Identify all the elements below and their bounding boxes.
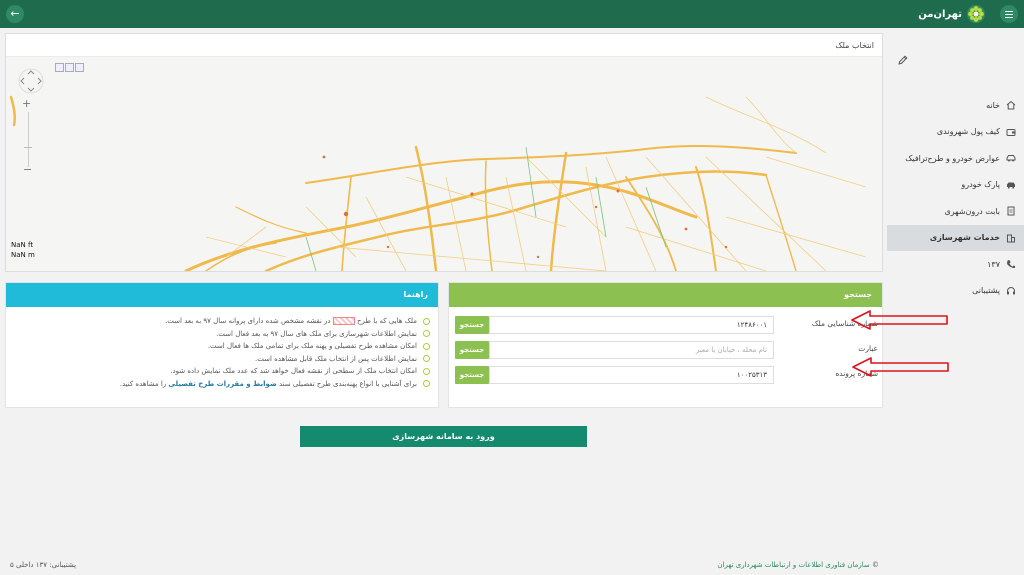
regulations-link[interactable]: ضوابط و مقررات طرح تفصیلی bbox=[168, 380, 276, 388]
edit-pencil-icon[interactable] bbox=[897, 54, 909, 66]
search-panel: جستجو جستجو ۱۲۴۸۶۰۰۱ شماره شناسایی ملک ج… bbox=[448, 282, 883, 408]
receipt-icon bbox=[1007, 206, 1015, 216]
sidebar-item-home[interactable]: خانه bbox=[887, 92, 1024, 119]
list-item: ملک هایی که با طرح در نقشه مشخص شده دارا… bbox=[14, 315, 430, 328]
back-button[interactable]: ← bbox=[6, 5, 24, 23]
brand-name: تهران‌من bbox=[918, 8, 962, 20]
sidebar-item-label: خانه bbox=[986, 100, 1000, 110]
sidebar-item-label: ۱۳۷ bbox=[987, 259, 1000, 269]
map-scale-ft: NaN ft bbox=[11, 241, 34, 249]
sidebar: خانه کیف پول شهروندی عوارض خودرو و طرح‌ت… bbox=[887, 28, 1024, 575]
copyright-link[interactable]: سازمان فناوری اطلاعات و ارتباطات شهرداری… bbox=[717, 561, 869, 569]
sidebar-item-parking[interactable]: پارک خودرو bbox=[887, 172, 1024, 199]
parking-icon bbox=[1007, 182, 1015, 189]
sidebar-item-label: خدمات شهرسازی bbox=[929, 233, 1000, 243]
list-item: امکان مشاهده طرح تفصیلی و پهنه ملک برای … bbox=[14, 340, 430, 353]
sidebar-item-137[interactable]: ۱۳۷ bbox=[887, 251, 1024, 278]
bullet-icon bbox=[423, 330, 430, 338]
list-item: برای آشنایی با انواع پهنه‌بندی طرح تفصیل… bbox=[14, 378, 430, 391]
guide-text: نمایش اطلاعات شهرسازی برای ملک های سال ۹… bbox=[216, 329, 417, 338]
search-button[interactable]: جستجو bbox=[455, 366, 489, 384]
sidebar-item-label: پارک خودرو bbox=[961, 180, 1000, 190]
zoom-slider-handle[interactable] bbox=[24, 147, 32, 148]
guide-panel: راهنما ملک هایی که با طرح در نقشه مشخص ش… bbox=[5, 282, 439, 408]
sidebar-item-receipt[interactable]: بابت درون‌شهری bbox=[887, 198, 1024, 225]
enter-urban-system-button[interactable]: ورود به سامانه شهرسازی bbox=[300, 426, 587, 447]
property-id-input[interactable]: ۱۲۴۸۶۰۰۱ bbox=[489, 316, 774, 334]
sidebar-item-urban-services[interactable]: خدمات شهرسازی bbox=[887, 224, 1024, 251]
list-item: نمایش اطلاعات شهرسازی برای ملک های سال ۹… bbox=[14, 328, 430, 341]
zoom-in-icon[interactable]: + bbox=[22, 97, 31, 110]
guide-text: امکان انتخاب ملک از سطحی از نقشه فعال خو… bbox=[170, 367, 417, 376]
copyright-symbol: © bbox=[872, 561, 879, 569]
sidebar-item-car-tolls[interactable]: عوارض خودرو و طرح‌ترافیک bbox=[887, 145, 1024, 172]
sidebar-nav: خانه کیف پول شهروندی عوارض خودرو و طرح‌ت… bbox=[887, 92, 1024, 304]
arrow-left-icon: ← bbox=[10, 7, 20, 20]
bullet-icon bbox=[423, 380, 430, 388]
map-roads bbox=[9, 95, 867, 271]
headset-icon bbox=[1007, 286, 1015, 295]
guide-list: ملک هایی که با طرح در نقشه مشخص شده دارا… bbox=[14, 315, 430, 390]
annotation-arrow-left-icon bbox=[851, 310, 948, 330]
logo-flower-icon bbox=[967, 5, 985, 23]
zoom-out-icon[interactable]: − bbox=[23, 163, 32, 176]
sidebar-item-label: بابت درون‌شهری bbox=[944, 206, 1000, 216]
bullet-icon bbox=[423, 342, 430, 350]
phrase-input[interactable]: نام محله ، خیابان یا معبر bbox=[489, 341, 774, 359]
list-item: امکان انتخاب ملک از سطحی از نقشه فعال خو… bbox=[14, 365, 430, 378]
search-title: جستجو bbox=[449, 283, 882, 307]
home-icon bbox=[1006, 101, 1016, 110]
file-number-input[interactable]: ۱۰۰۲۵۳۱۳ bbox=[489, 366, 774, 384]
map-title: انتخاب ملک bbox=[835, 41, 874, 50]
search-button[interactable]: جستجو bbox=[455, 316, 489, 334]
top-bar: ← تهران‌من bbox=[0, 0, 1024, 28]
map-tool-image-icon[interactable] bbox=[75, 63, 84, 72]
guide-text: برای آشنایی با انواع پهنه‌بندی طرح تفصیل… bbox=[119, 379, 417, 388]
copyright: © سازمان فناوری اطلاعات و ارتباطات شهردا… bbox=[717, 561, 879, 569]
guide-text: امکان مشاهده طرح تفصیلی و پهنه ملک برای … bbox=[207, 342, 417, 351]
sidebar-item-label: پشتیبانی bbox=[972, 286, 1000, 296]
guide-title: راهنما bbox=[6, 283, 438, 307]
guide-text: ملک هایی که با طرح در نقشه مشخص شده دارا… bbox=[165, 317, 417, 326]
map-pan-control[interactable] bbox=[16, 67, 46, 95]
map-scale-m: NaN m bbox=[11, 251, 35, 259]
brand[interactable]: تهران‌من bbox=[918, 4, 986, 24]
zoom-slider[interactable] bbox=[28, 112, 29, 167]
phone-icon bbox=[1007, 260, 1015, 269]
search-button[interactable]: جستجو bbox=[455, 341, 489, 359]
bullet-icon bbox=[423, 367, 430, 375]
hatch-pattern-icon bbox=[332, 317, 355, 326]
sidebar-item-label: عوارض خودرو و طرح‌ترافیک bbox=[905, 153, 1000, 163]
car-icon bbox=[1006, 155, 1016, 162]
field-label: عبارت bbox=[858, 344, 878, 353]
support-info: پشتیبانی: ۱۳۷ داخلی ۵ bbox=[10, 561, 77, 569]
map-tool-image-icon[interactable] bbox=[55, 63, 64, 72]
annotation-arrow-left-icon bbox=[852, 357, 949, 377]
bullet-icon bbox=[423, 317, 430, 325]
property-map[interactable]: + − NaN ft NaN m bbox=[6, 57, 882, 271]
sidebar-item-wallet[interactable]: کیف پول شهروندی bbox=[887, 119, 1024, 146]
guide-text: نمایش اطلاعات پس از انتخاب ملک قابل مشاه… bbox=[255, 354, 417, 363]
sidebar-item-label: کیف پول شهروندی bbox=[936, 127, 1000, 137]
menu-button[interactable] bbox=[1000, 5, 1018, 23]
sidebar-item-support[interactable]: پشتیبانی bbox=[887, 278, 1024, 305]
map-tool-image-icon[interactable] bbox=[65, 63, 74, 72]
wallet-icon bbox=[1006, 128, 1016, 136]
bullet-icon bbox=[423, 355, 430, 363]
list-item: نمایش اطلاعات پس از انتخاب ملک قابل مشاه… bbox=[14, 353, 430, 366]
map-card: انتخاب ملک + − NaN ft NaN m bbox=[5, 33, 883, 272]
building-icon bbox=[1007, 234, 1015, 243]
